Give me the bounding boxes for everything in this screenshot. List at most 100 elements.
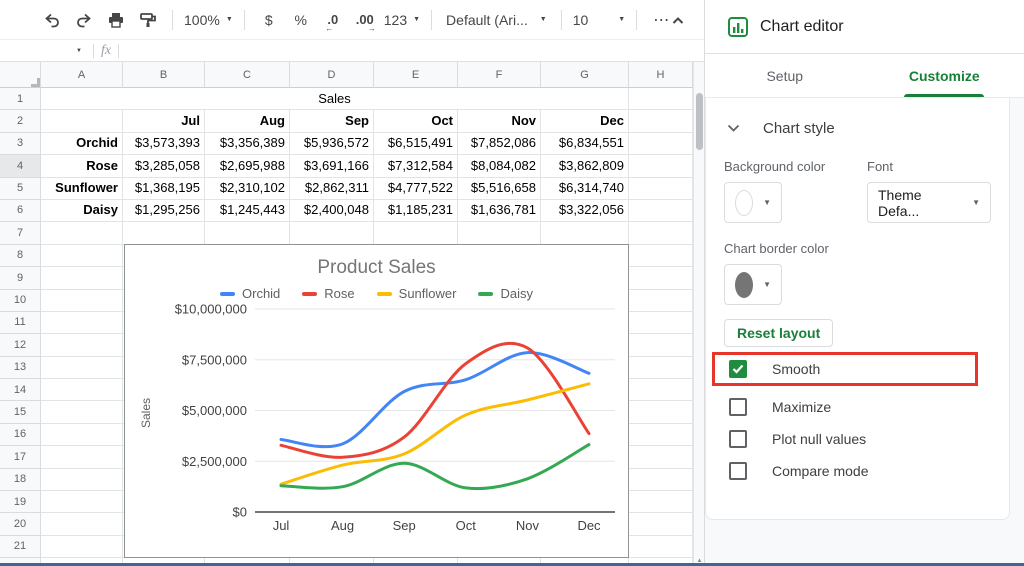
row-header[interactable]: 5 [0,177,41,200]
grid-cell[interactable] [629,155,693,178]
grid-cell[interactable] [41,334,123,357]
grid-cell[interactable] [41,401,123,424]
grid-cell[interactable]: $8,084,082 [458,155,541,178]
grid-cell[interactable] [629,401,693,424]
grid-cell[interactable]: $2,695,988 [205,155,290,178]
grid-cell[interactable]: $1,636,781 [458,199,541,223]
grid-cell[interactable]: $3,862,809 [541,155,629,178]
name-box[interactable]: ▼ [0,40,86,61]
checkbox-plot-null-values[interactable] [729,430,747,448]
grid-cell[interactable]: Sep [290,110,374,133]
row-header[interactable]: 18 [0,468,41,492]
row-header[interactable]: 9 [0,267,41,290]
grid-cell[interactable] [41,468,123,492]
row-header[interactable]: 6 [0,199,41,223]
collapse-toolbar-icon[interactable] [665,8,691,34]
grid-cell[interactable]: $1,245,443 [205,199,290,223]
grid-cell[interactable]: Rose [41,155,123,178]
grid-cell[interactable] [629,132,693,156]
grid-cell[interactable] [41,491,123,514]
row-header[interactable]: 13 [0,356,41,380]
grid-cell[interactable]: Oct [374,110,458,133]
grid-cell[interactable]: $7,312,584 [374,155,458,178]
grid-cell[interactable]: $3,691,166 [290,155,374,178]
vertical-scrollbar[interactable]: ▲ ▼ [693,62,704,566]
reset-layout-button[interactable]: Reset layout [724,319,834,347]
checkbox-maximize[interactable] [729,398,747,416]
grid-cell[interactable]: $3,322,056 [541,199,629,223]
row-header[interactable]: 11 [0,311,41,335]
grid-header-cell[interactable]: C [205,62,290,88]
grid-cell[interactable] [629,334,693,357]
grid-cell[interactable]: $6,314,740 [541,177,629,200]
embedded-chart[interactable]: Product Sales Orchid Rose Sunflower Daisy $… [124,244,629,558]
grid-cell[interactable] [41,244,123,268]
grid-cell[interactable] [629,311,693,335]
grid-cell[interactable]: $3,356,389 [205,132,290,156]
grid-cell[interactable] [374,222,458,245]
grid-cell[interactable] [629,491,693,514]
font-size-select[interactable]: 10 ▼ [573,7,626,33]
grid-cell[interactable]: $7,852,086 [458,132,541,156]
grid-cell[interactable] [629,446,693,469]
grid-cell[interactable] [290,222,374,245]
grid-cell[interactable] [629,222,693,245]
grid-cell[interactable] [629,356,693,380]
redo-icon[interactable] [71,7,97,33]
chart-border-color-select[interactable]: ▼ [724,264,782,305]
grid-cell[interactable]: $5,936,572 [290,132,374,156]
row-header[interactable]: 14 [0,379,41,402]
grid-cell[interactable] [629,199,693,223]
row-header[interactable]: 1 [0,88,41,111]
row-header[interactable]: 4 [0,155,41,178]
print-icon[interactable] [103,7,129,33]
grid-cell[interactable] [41,289,123,312]
grid-cell[interactable] [629,88,693,111]
decrease-decimal-button[interactable]: .0 ← [320,7,346,33]
merged-title-cell[interactable]: Sales [41,88,629,111]
row-header[interactable]: 19 [0,491,41,514]
section-header[interactable]: Chart style [724,98,991,141]
row-header[interactable]: 17 [0,446,41,469]
tab-setup[interactable]: Setup [705,54,865,97]
grid-cell[interactable]: $2,400,048 [290,199,374,223]
row-header[interactable]: 20 [0,513,41,536]
grid-cell[interactable] [541,222,629,245]
grid-cell[interactable] [629,177,693,200]
grid-cell[interactable] [458,222,541,245]
increase-decimal-button[interactable]: .00 → [352,7,378,33]
grid-header-cell[interactable]: F [458,62,541,88]
checkbox-row-compare-mode[interactable]: Compare mode [724,455,991,487]
grid-cell[interactable] [629,379,693,402]
grid-cell[interactable] [629,244,693,268]
grid-cell[interactable] [205,222,290,245]
checkbox-row-smooth[interactable]: Smooth [724,355,975,383]
grid-cell[interactable]: $3,573,393 [123,132,205,156]
grid-cell[interactable] [41,222,123,245]
grid-cell[interactable] [629,535,693,559]
background-color-select[interactable]: ▼ [724,182,782,223]
grid-cell[interactable]: $6,834,551 [541,132,629,156]
grid-cell[interactable]: $3,285,058 [123,155,205,178]
grid-header-cell[interactable]: E [374,62,458,88]
grid-header-cell[interactable]: A [41,62,123,88]
grid-cell[interactable]: $1,185,231 [374,199,458,223]
grid-cell[interactable] [41,513,123,536]
tab-customize[interactable]: Customize [865,54,1024,97]
grid-cell[interactable]: Aug [205,110,290,133]
grid-cell[interactable]: $1,295,256 [123,199,205,223]
grid-cell[interactable] [629,110,693,133]
grid-cell[interactable] [629,289,693,312]
row-header[interactable]: 15 [0,401,41,424]
row-header[interactable]: 3 [0,132,41,156]
grid-cell[interactable] [41,267,123,290]
checkbox-smooth[interactable] [729,360,747,378]
grid-cell[interactable] [629,468,693,492]
grid-header-cell[interactable]: B [123,62,205,88]
select-all-corner[interactable] [0,62,41,88]
grid-cell[interactable]: $4,777,522 [374,177,458,200]
font-select[interactable]: Theme Defa... ▼ [867,182,991,223]
row-header[interactable]: 16 [0,423,41,447]
grid-cell[interactable]: $2,862,311 [290,177,374,200]
row-header[interactable]: 2 [0,110,41,133]
